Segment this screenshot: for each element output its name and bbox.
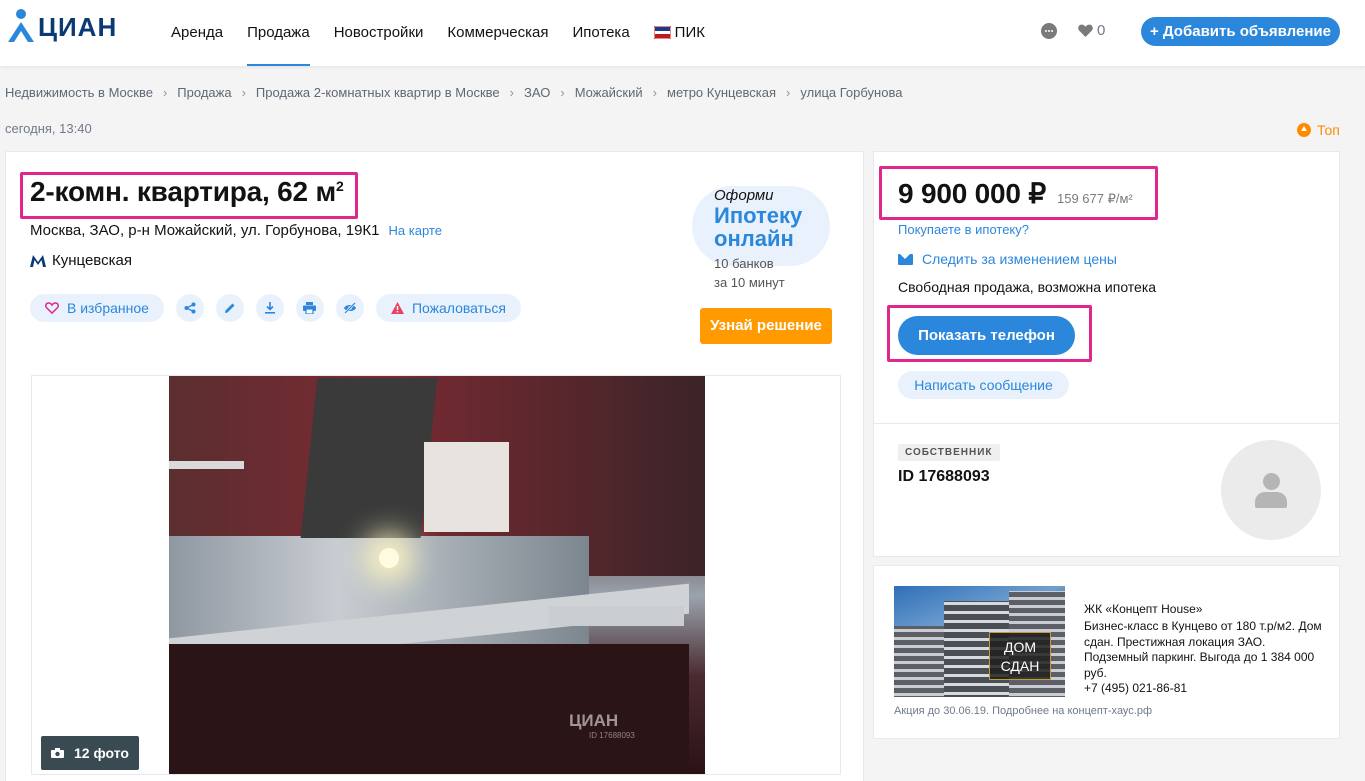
breadcrumb-item[interactable]: Можайский [575,85,643,100]
heart-outline-icon [45,302,59,314]
watch-price-link[interactable]: Следить за изменением цены [898,251,1117,267]
favorites-count: 0 [1097,22,1106,39]
price-card: 9 900 000 ₽ 159 677 ₽/м² Покупаете в ипо… [873,151,1340,423]
breadcrumb-separator-icon: › [241,85,246,100]
breadcrumb-separator-icon: › [162,85,168,100]
breadcrumb-item[interactable]: Продажа 2-комнатных квартир в Москве [256,85,500,100]
nav-pik[interactable]: ПИК [653,0,705,66]
main-nav: Аренда Продажа Новостройки Коммерческая … [171,0,729,66]
pencil-icon [224,303,235,313]
logo-text: ЦИАН [38,12,118,42]
nav-sale[interactable]: Продажа [247,0,310,66]
ad-title[interactable]: ЖК «Концепт House» [1084,602,1202,616]
ad-card[interactable]: ДОМ СДАН ЖК «Концепт House» Бизнес-класс… [873,565,1340,739]
envelope-icon [898,253,913,265]
photo-watermark-id: ID 17688093 [589,731,635,740]
listing-address: Москва, ЗАО, р-н Можайский, ул. Горбунов… [30,222,442,239]
metro-station: Кунцевская [30,252,132,269]
breadcrumb: Недвижимость в Москве › Продажа › Продажа … [5,85,902,100]
ad-text: Бизнес-класс в Кунцево от 180 т.р/м2. До… [1084,619,1322,680]
nav-mortgage[interactable]: Ипотека [572,0,629,66]
promo-pre: Оформи [714,187,774,204]
nav-pik-label: ПИК [674,24,705,41]
hide-listing-button[interactable] [335,294,364,322]
main-photo[interactable]: ЦИАН ID 17688093 [169,376,705,774]
send-message-button[interactable]: Написать сообщение [898,371,1069,399]
heart-icon[interactable] [1078,24,1093,37]
printer-icon [303,302,317,314]
address-text: Москва, ЗАО, р-н Можайский, ул. Горбунов… [30,222,380,239]
breadcrumb-separator-icon: › [786,85,791,100]
top-arrow-icon [1297,123,1311,137]
share-button[interactable] [175,294,204,322]
favorites-label: В избранное [67,300,149,316]
pik-logo-icon [653,25,671,39]
listing-card: 2-комн. квартира, 62 м2 Москва, ЗАО, р-н… [5,151,864,781]
report-label: Пожаловаться [411,300,506,316]
owner-card: СОБСТВЕННИК ID 17688093 [873,423,1340,557]
share-icon [184,302,196,314]
top-label: Топ [1317,122,1340,138]
promo-headline-1: Ипотеку [714,203,803,228]
print-button[interactable] [295,294,324,322]
user-head-icon [1263,473,1280,490]
add-to-favorites-button[interactable]: В избранное [30,294,164,322]
breadcrumb-item[interactable]: улица Горбунова [800,85,902,100]
photo-count-label: 12 фото [74,745,129,761]
nav-commercial[interactable]: Коммерческая [447,0,548,66]
ad-phone[interactable]: +7 (495) 021-86-81 [1084,681,1187,695]
breadcrumb-item[interactable]: ЗАО [524,85,550,100]
sale-type: Свободная продажа, возможна ипотека [898,279,1157,295]
add-listing-button[interactable]: + Добавить объявление [1141,17,1340,46]
title-highlight [20,172,358,219]
breadcrumb-item[interactable]: метро Кунцевская [667,85,776,100]
metro-icon [30,254,46,267]
ad-footer: Акция до 30.06.19. Подробнее на концепт-… [894,705,1153,717]
published-date: сегодня, 13:40 [5,121,92,136]
eye-crossed-icon [343,302,356,314]
report-button[interactable]: Пожаловаться [375,294,521,322]
breadcrumb-item[interactable]: Продажа [177,85,231,100]
cian-logo[interactable]: ЦИАН [6,8,117,42]
price-highlight [879,166,1158,220]
breadcrumb-separator-icon: › [652,85,657,100]
promo-subtitle: 10 банков за 10 минут [714,256,785,290]
ad-sign: ДОМ СДАН [989,632,1051,680]
nav-new-buildings[interactable]: Новостройки [334,0,424,66]
watch-price-label: Следить за изменением цены [922,251,1117,267]
site-header: ЦИАН Аренда Продажа Новостройки Коммерче… [0,0,1365,66]
mortgage-promo: Оформи Ипотеку онлайн 10 банков за 10 ми… [692,186,838,292]
logo-mark-icon [8,9,34,42]
nav-rent[interactable]: Аренда [171,0,223,66]
phone-highlight [887,305,1092,362]
ad-image[interactable]: ДОМ СДАН [894,586,1065,697]
camera-icon [51,748,64,758]
chat-icon[interactable] [1041,23,1057,39]
avatar [1221,440,1321,540]
mortgage-decision-button[interactable]: Узнай решение [700,308,832,344]
listing-actions: В избранное Пожаловаться [30,294,533,322]
metro-name: Кунцевская [52,252,132,269]
mortgage-link[interactable]: Покупаете в ипотеку? [898,222,1029,237]
warning-icon [390,302,404,314]
top-badge[interactable]: Топ [1297,122,1340,138]
photo-gallery[interactable]: ЦИАН ID 17688093 12 фото [31,375,841,775]
promo-headline-2: онлайн [714,226,794,251]
download-icon [264,302,275,314]
download-button[interactable] [255,294,284,322]
edit-note-button[interactable] [215,294,244,322]
photo-count-button[interactable]: 12 фото [41,736,139,770]
breadcrumb-item[interactable]: Недвижимость в Москве [5,85,153,100]
on-map-link[interactable]: На карте [389,223,442,238]
breadcrumb-separator-icon: › [560,85,565,100]
breadcrumb-separator-icon: › [509,85,514,100]
owner-badge: СОБСТВЕННИК [898,444,1000,461]
photo-watermark: ЦИАН [569,711,619,730]
user-body-icon [1255,492,1287,508]
owner-id: ID 17688093 [898,468,990,485]
